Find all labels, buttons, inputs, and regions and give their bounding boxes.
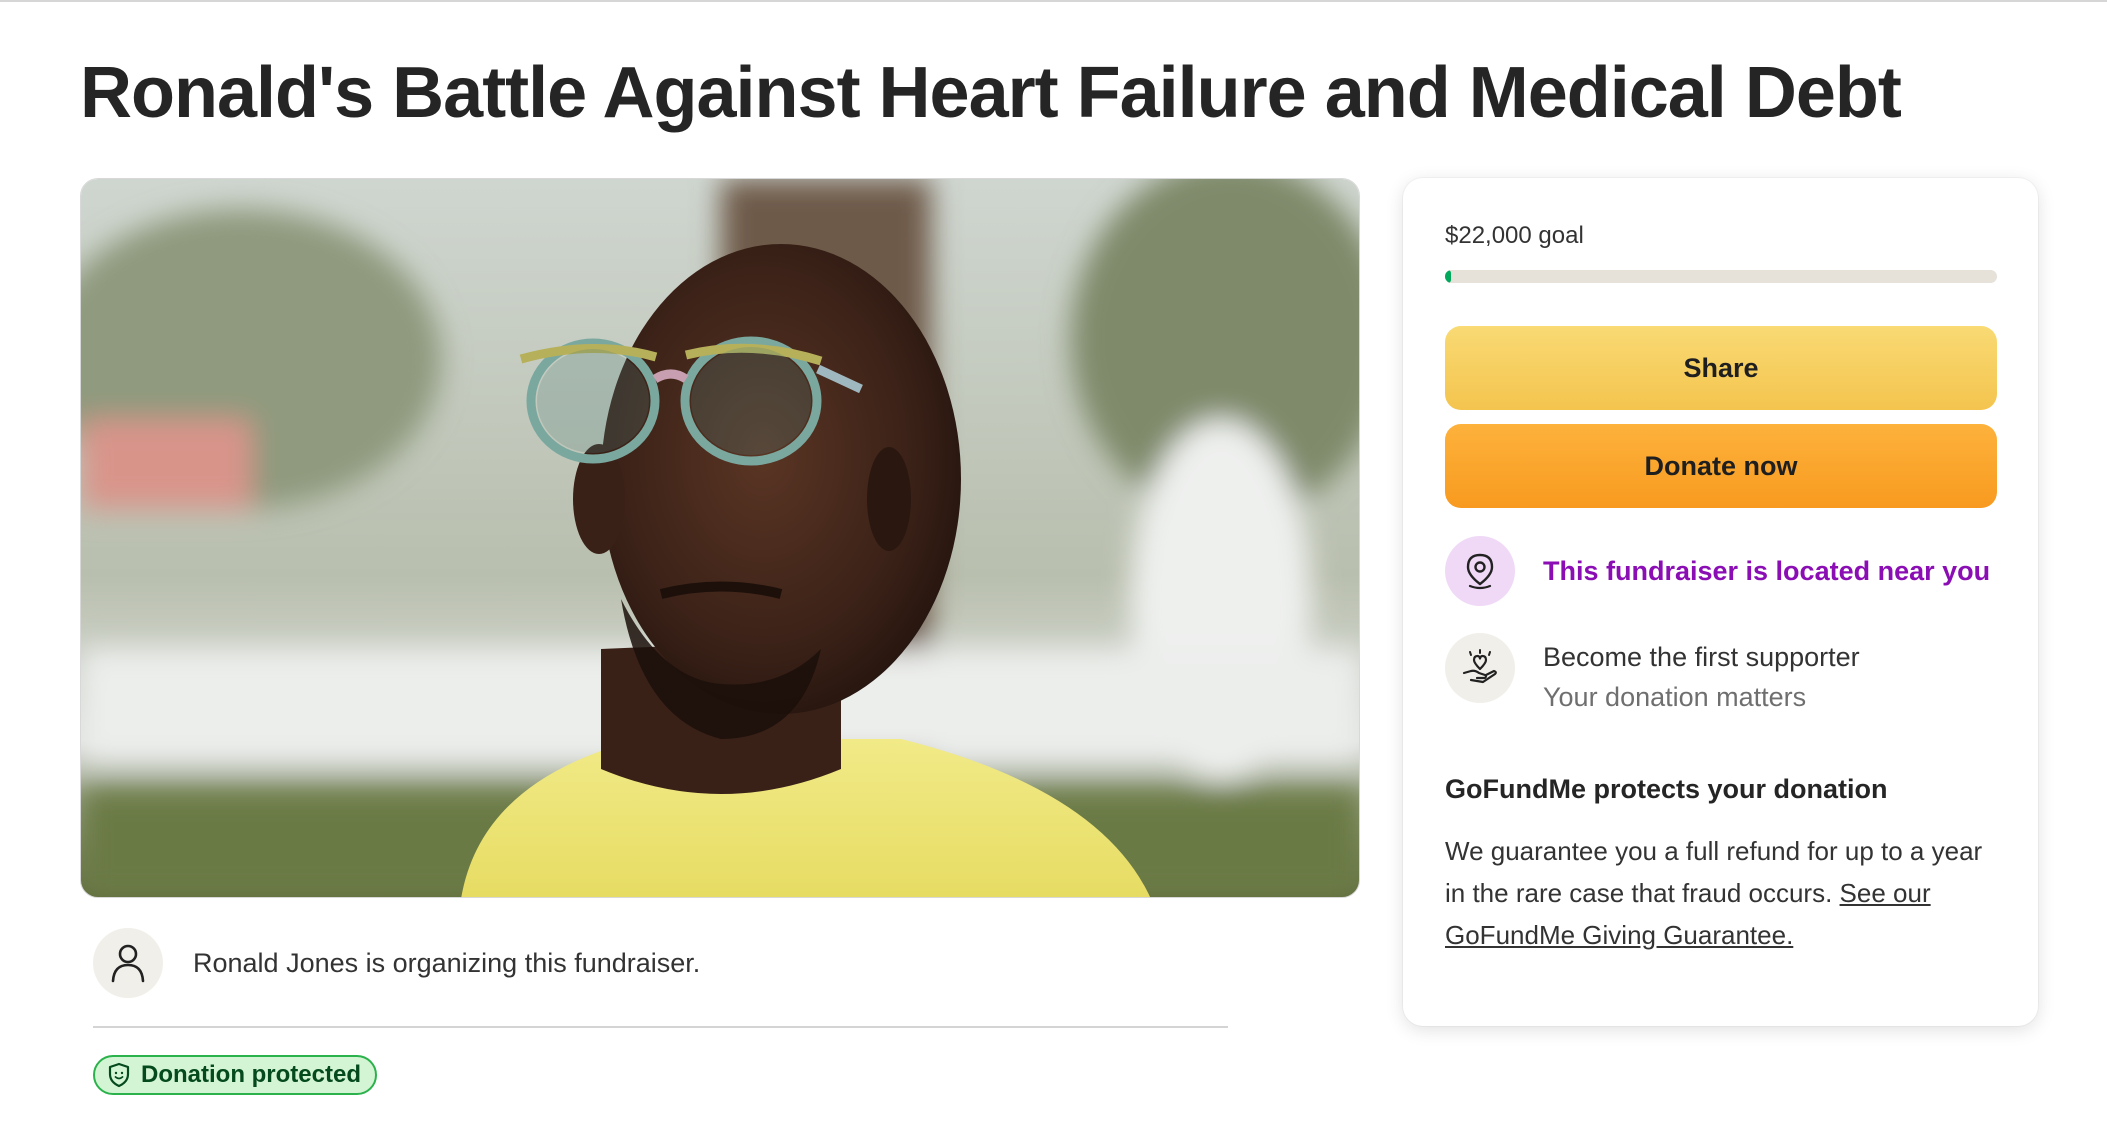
fundraiser-photo[interactable] [80,178,1360,898]
organizer-avatar [93,928,163,998]
first-supporter-row: Become the first supporter Your donation… [1445,633,1860,717]
first-supporter-subtitle: Your donation matters [1543,682,1807,712]
donation-protected-badge[interactable]: Donation protected [93,1055,377,1095]
organizer-row: Ronald Jones is organizing this fundrais… [93,928,700,998]
top-border [0,0,2107,2]
protection-heading: GoFundMe protects your donation [1445,774,1888,804]
goal-text: $22,000 goal [1445,222,1584,249]
section-divider [93,1026,1228,1028]
near-you-row: This fundraiser is located near you [1445,536,1990,606]
donation-card: $22,000 goal Share Donate now This fundr… [1403,178,2038,1026]
page-title: Ronald's Battle Against Heart Failure an… [80,53,1902,133]
location-pin-icon [1445,536,1515,606]
fundraiser-photo-portrait [81,179,1359,897]
person-icon [111,944,145,983]
share-button[interactable]: Share [1445,326,1997,410]
near-you-text: This fundraiser is located near you [1543,555,1991,586]
protection-body: We guarantee you a full refund for up to… [1445,830,2005,956]
goal-progress-fill [1445,270,1451,283]
goal-progress-bar [1445,270,1997,283]
heart-hand-icon [1445,633,1515,703]
donation-protected-label: Donation protected [141,1061,361,1088]
shield-icon [107,1062,131,1088]
organizer-text: Ronald Jones is organizing this fundrais… [193,947,701,978]
donate-now-button[interactable]: Donate now [1445,424,1997,508]
first-supporter-title: Become the first supporter [1543,642,1860,672]
